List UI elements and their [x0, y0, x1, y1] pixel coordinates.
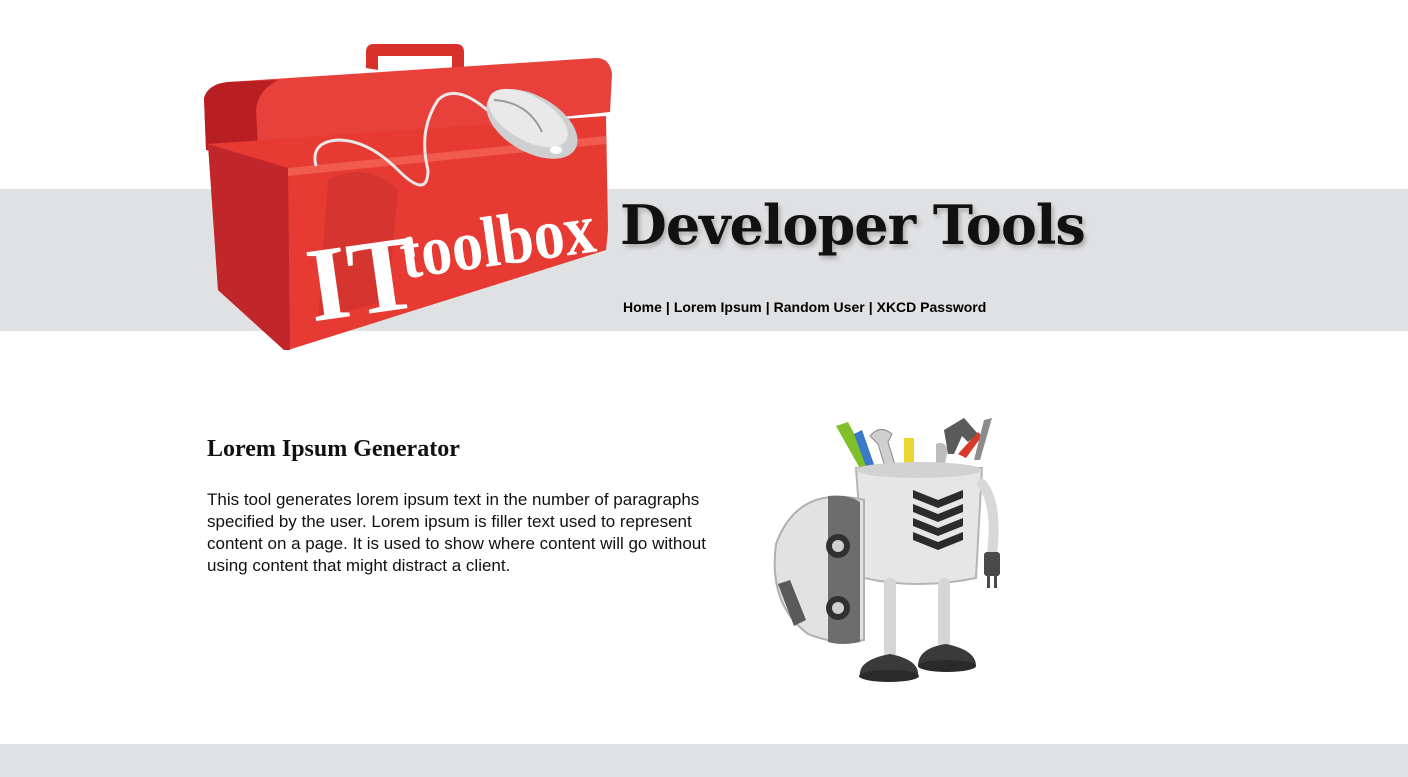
main-nav: Home | Lorem Ipsum | Random User | XKCD Passwo… [623, 299, 986, 315]
site-title: Developer Tools [620, 193, 1086, 257]
page: IT toolbox Developer Tools Home | Lorem Ip… [0, 0, 1408, 777]
nav-link-home[interactable]: Home [623, 299, 662, 315]
ittoolbox-logo[interactable]: IT toolbox [198, 40, 614, 354]
nav-separator: | [665, 299, 670, 315]
tool-heading: Lorem Ipsum Generator [207, 436, 460, 462]
robot-with-tools-icon [773, 418, 1000, 682]
nav-link-random-user[interactable]: Random User [774, 299, 865, 315]
tool-description: This tool generates lorem ipsum text in … [207, 490, 706, 575]
nav-link-lorem-ipsum[interactable]: Lorem Ipsum [674, 299, 762, 315]
nav-separator: | [868, 299, 873, 315]
footer-band [0, 744, 1408, 777]
nav-link-xkcd-password[interactable]: XKCD Password [877, 299, 987, 315]
nav-separator: | [765, 299, 770, 315]
